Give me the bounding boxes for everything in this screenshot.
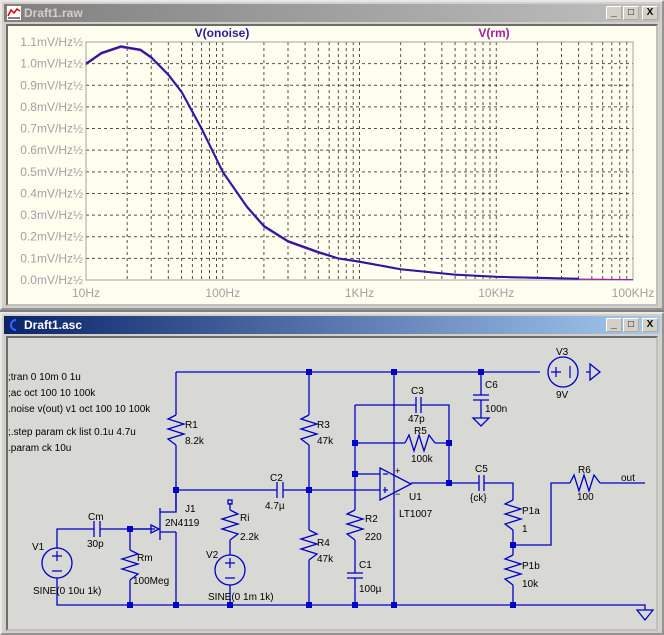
y-tick-label: 0.8mV/Hz½ <box>20 100 83 114</box>
x-tick-label: 100KHz <box>612 286 655 300</box>
x-tick-label: 10Hz <box>72 286 100 300</box>
legend-v-onoise[interactable]: V(onoise) <box>195 26 250 40</box>
y-tick-label: 0.7mV/Hz½ <box>20 122 83 136</box>
x-tick-label: 1KHz <box>345 286 374 300</box>
y-tick-label: 0.4mV/Hz½ <box>20 186 83 200</box>
x-tick-label: 10KHz <box>478 286 514 300</box>
y-tick-label: 0.2mV/Hz½ <box>20 230 83 244</box>
schematic-window-title: Draft1.asc <box>24 318 83 332</box>
y-tick-label: 0.6mV/Hz½ <box>20 143 83 157</box>
plot-frame <box>85 41 634 281</box>
y-tick-label: 1.1mV/Hz½ <box>20 35 83 49</box>
schematic-window: Draft1.asc _ □ X <box>0 312 664 635</box>
noise-chart: 0.0mV/Hz½ 0.1mV/Hz½ 0.2mV/Hz½ 0.3mV/Hz½ 0.4m… <box>20 26 655 300</box>
schematic-icon <box>10 319 17 331</box>
schematic-window-titlebar[interactable]: Draft1.asc _ □ X <box>4 316 660 334</box>
y-tick-label: 0.0mV/Hz½ <box>20 273 83 287</box>
y-tick-label: 0.1mV/Hz½ <box>20 251 83 265</box>
minimize-button[interactable]: _ <box>606 318 622 332</box>
y-tick-label: 0.9mV/Hz½ <box>20 78 83 92</box>
y-tick-label: 0.5mV/Hz½ <box>20 165 83 179</box>
y-tick-label: 1.0mV/Hz½ <box>20 57 83 71</box>
schematic-canvas[interactable] <box>6 336 658 631</box>
chart-grid <box>86 41 633 280</box>
legend-v-rm[interactable]: V(rm) <box>478 26 509 40</box>
y-tick-label: 0.3mV/Hz½ <box>20 208 83 222</box>
close-button[interactable]: X <box>642 318 658 332</box>
trace-vonoise <box>85 45 579 280</box>
maximize-button[interactable]: □ <box>623 318 639 332</box>
x-tick-label: 100Hz <box>205 286 240 300</box>
